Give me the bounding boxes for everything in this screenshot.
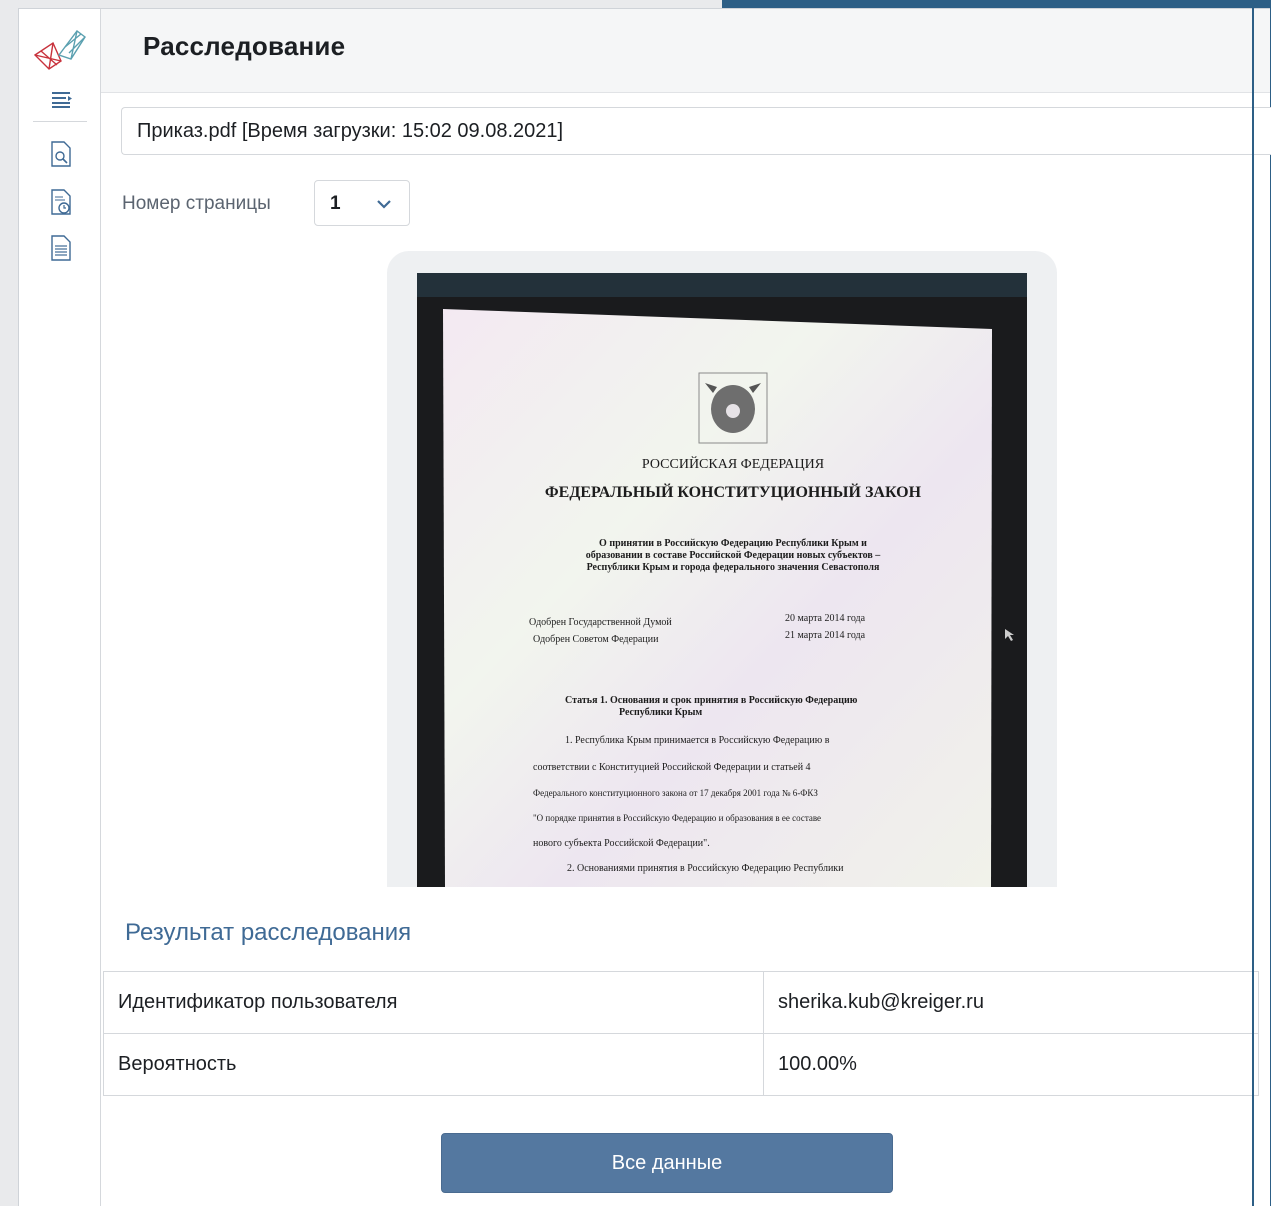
page-number-select[interactable]: 1 <box>314 180 410 226</box>
doc-approved-2-right: 21 марта 2014 года <box>785 630 866 641</box>
doc-article-1b: Республики Крым <box>619 707 702 718</box>
result-value-user-id: sherika.kub@kreiger.ru <box>763 971 1259 1034</box>
file-select-value: Приказ.pdf [Время загрузки: 15:02 09.08.… <box>137 120 564 142</box>
all-data-button[interactable]: Все данные <box>441 1133 893 1193</box>
result-value-probability: 100.00% <box>763 1033 1259 1096</box>
page-number-label: Номер страницы <box>122 193 271 214</box>
document-preview-card: РОССИЙСКАЯ ФЕДЕРАЦИЯ ФЕДЕРАЛЬНЫЙ КОНСТИТ… <box>387 251 1057 887</box>
doc-line-law: ФЕДЕРАЛЬНЫЙ КОНСТИТУЦИОННЫЙ ЗАКОН <box>545 482 922 501</box>
result-label-user-id: Идентификатор пользователя <box>103 971 764 1034</box>
result-table: Идентификатор пользователя sherika.kub@k… <box>103 971 1259 1096</box>
doc-subtitle-2: образовании в составе Российской Федерац… <box>586 550 882 561</box>
document-search-icon[interactable] <box>49 141 73 167</box>
doc-article-1: Статья 1. Основания и срок принятия в Ро… <box>565 695 858 706</box>
doc-line-country: РОССИЙСКАЯ ФЕДЕРАЦИЯ <box>642 455 824 472</box>
logo-icon <box>33 30 86 70</box>
doc-approved-1-right: 20 марта 2014 года <box>785 613 866 624</box>
sidebar <box>19 9 101 1206</box>
doc-subtitle-3: Республики Крым и города федерального зн… <box>587 562 880 573</box>
table-row: Вероятность 100.00% <box>103 1033 1259 1096</box>
doc-paragraph-1: 1. Республика Крым принимается в Российс… <box>565 735 830 746</box>
page-number-value: 1 <box>330 193 341 214</box>
header: Расследование <box>101 9 1270 93</box>
sidebar-divider <box>33 121 87 122</box>
menu-toggle-icon[interactable] <box>51 91 73 109</box>
doc-approved-1-left: Одобрен Государственной Думой <box>529 617 672 628</box>
table-row: Идентификатор пользователя sherika.kub@k… <box>103 971 1259 1034</box>
document-photo: РОССИЙСКАЯ ФЕДЕРАЦИЯ ФЕДЕРАЛЬНЫЙ КОНСТИТ… <box>417 273 1027 887</box>
window-edge <box>1252 0 1254 1206</box>
doc-subtitle-1: О принятии в Российскую Федерацию Респуб… <box>599 538 867 549</box>
chevron-down-icon <box>377 200 391 209</box>
app-window: Расследование Приказ.pdf [Время загрузки… <box>18 8 1271 1206</box>
doc-paragraph-2: соответствии с Конституцией Российской Ф… <box>533 762 811 773</box>
document-clock-icon[interactable] <box>49 189 73 215</box>
doc-paragraph-4: "О порядке принятия в Российскую Федерац… <box>533 813 821 823</box>
doc-paragraph-5: нового субъекта Российской Федерации". <box>533 838 710 849</box>
doc-paragraph-6: 2. Основаниями принятия в Российскую Фед… <box>567 863 844 874</box>
result-label-probability: Вероятность <box>103 1033 764 1096</box>
doc-paragraph-3: Федерального конституционного закона от … <box>533 788 818 798</box>
document-text-icon[interactable] <box>49 235 73 261</box>
page-title: Расследование <box>143 31 346 61</box>
doc-approved-2-left: Одобрен Советом Федерации <box>533 634 659 645</box>
file-select[interactable]: Приказ.pdf [Время загрузки: 15:02 09.08.… <box>121 107 1271 155</box>
result-title: Результат расследования <box>125 919 412 946</box>
